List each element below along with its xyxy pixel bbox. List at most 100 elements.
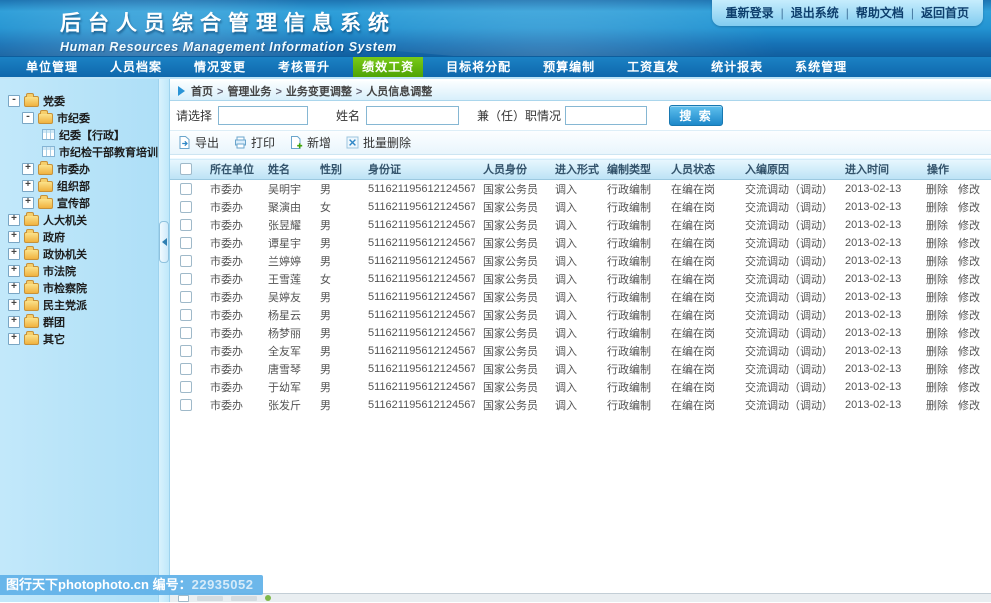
delete-link[interactable]: 删除 [926, 328, 948, 340]
search-button[interactable]: 搜 索 [669, 105, 723, 126]
edit-link[interactable]: 修改 [958, 238, 980, 250]
nav-item-1[interactable]: 人员档案 [101, 57, 171, 77]
tree-item-14[interactable]: +其它 [0, 330, 158, 347]
nav-item-6[interactable]: 预算编制 [534, 57, 604, 77]
breadcrumb-item-2[interactable]: 业务变更调整 [286, 86, 352, 98]
tree-item-2[interactable]: 纪委【行政】 [0, 126, 158, 143]
row-checkbox[interactable] [180, 345, 192, 357]
tree-toggle[interactable]: - [8, 95, 20, 107]
tree-item-5[interactable]: +组织部 [0, 177, 158, 194]
edit-link[interactable]: 修改 [958, 400, 980, 412]
quick-link-0[interactable]: 重新登录 [726, 6, 774, 20]
edit-link[interactable]: 修改 [958, 274, 980, 286]
delete-link[interactable]: 删除 [926, 382, 948, 394]
tree-toggle[interactable]: + [8, 265, 20, 277]
tree-item-0[interactable]: -党委 [0, 92, 158, 109]
cell-entry-mode: 调入 [547, 288, 599, 306]
row-checkbox[interactable] [180, 237, 192, 249]
nav-item-8[interactable]: 统计报表 [702, 57, 772, 77]
delete-link[interactable]: 删除 [926, 256, 948, 268]
delete-link[interactable]: 删除 [926, 310, 948, 322]
quick-link-1[interactable]: 退出系统 [791, 6, 839, 20]
tree-item-13[interactable]: +群团 [0, 313, 158, 330]
edit-link[interactable]: 修改 [958, 364, 980, 376]
delete-link[interactable]: 删除 [926, 202, 948, 214]
tree-toggle[interactable]: + [8, 214, 20, 226]
tree-toggle[interactable]: + [8, 299, 20, 311]
tree-item-6[interactable]: +宣传部 [0, 194, 158, 211]
delete-link[interactable]: 删除 [926, 292, 948, 304]
nav-item-4[interactable]: 绩效工资 [353, 57, 423, 77]
edit-link[interactable]: 修改 [958, 184, 980, 196]
batch-delete-button[interactable]: 批量删除 [346, 134, 411, 151]
content-body: -党委-市纪委纪委【行政】市纪检干部教育培训中心+市委办+组织部+宣传部+人大机… [0, 77, 991, 602]
row-checkbox[interactable] [180, 381, 192, 393]
tree-item-3[interactable]: 市纪检干部教育培训中心 [0, 143, 158, 160]
print-button[interactable]: 打印 [234, 134, 275, 151]
edit-link[interactable]: 修改 [958, 310, 980, 322]
filter-name-input[interactable] [366, 106, 459, 125]
nav-item-7[interactable]: 工资直发 [618, 57, 688, 77]
tree-item-1[interactable]: -市纪委 [0, 109, 158, 126]
row-checkbox[interactable] [180, 291, 192, 303]
tree-toggle[interactable]: + [8, 248, 20, 260]
tree-toggle[interactable]: + [22, 197, 34, 209]
sidebar-collapse-button[interactable] [159, 221, 169, 263]
edit-link[interactable]: 修改 [958, 382, 980, 394]
edit-link[interactable]: 修改 [958, 328, 980, 340]
row-checkbox[interactable] [180, 255, 192, 267]
delete-link[interactable]: 删除 [926, 220, 948, 232]
delete-link[interactable]: 删除 [926, 184, 948, 196]
tree-item-4[interactable]: +市委办 [0, 160, 158, 177]
tree-item-10[interactable]: +市法院 [0, 262, 158, 279]
export-button[interactable]: 导出 [178, 134, 219, 151]
tree-item-11[interactable]: +市检察院 [0, 279, 158, 296]
tree-item-9[interactable]: +政协机关 [0, 245, 158, 262]
row-checkbox[interactable] [180, 183, 192, 195]
filter-select-input[interactable] [218, 106, 308, 125]
tree-toggle[interactable]: + [8, 282, 20, 294]
delete-link[interactable]: 删除 [926, 274, 948, 286]
quick-link-3[interactable]: 返回首页 [921, 6, 969, 20]
select-all-checkbox[interactable] [180, 163, 192, 175]
tree-toggle[interactable]: + [22, 180, 34, 192]
tree-toggle[interactable]: + [8, 316, 20, 328]
nav-item-2[interactable]: 情况变更 [185, 57, 255, 77]
tree-item-7[interactable]: +人大机关 [0, 211, 158, 228]
tree-item-8[interactable]: +政府 [0, 228, 158, 245]
delete-link[interactable]: 删除 [926, 400, 948, 412]
tree-toggle[interactable]: + [8, 333, 20, 345]
row-checkbox[interactable] [180, 363, 192, 375]
edit-link[interactable]: 修改 [958, 292, 980, 304]
nav-item-9[interactable]: 系统管理 [786, 57, 856, 77]
tree-toggle[interactable]: - [22, 112, 34, 124]
quick-link-2[interactable]: 帮助文档 [856, 6, 904, 20]
tree-toggle[interactable]: + [22, 163, 34, 175]
tree-item-12[interactable]: +民主党派 [0, 296, 158, 313]
filter-job-input[interactable] [565, 106, 647, 125]
row-checkbox[interactable] [180, 273, 192, 285]
nav-item-3[interactable]: 考核晋升 [269, 57, 339, 77]
row-checkbox[interactable] [180, 309, 192, 321]
nav-item-0[interactable]: 单位管理 [17, 57, 87, 77]
row-checkbox[interactable] [180, 201, 192, 213]
edit-link[interactable]: 修改 [958, 220, 980, 232]
delete-link[interactable]: 删除 [926, 238, 948, 250]
cell-staffing-type: 行政编制 [599, 216, 663, 234]
delete-link[interactable]: 删除 [926, 346, 948, 358]
breadcrumb-item-3[interactable]: 人员信息调整 [366, 86, 432, 98]
column-header-6: 编制类型 [599, 159, 663, 180]
breadcrumb-item-1[interactable]: 管理业务 [227, 86, 271, 98]
breadcrumb-item-0[interactable]: 首页 [191, 86, 213, 98]
delete-link[interactable]: 删除 [926, 364, 948, 376]
edit-link[interactable]: 修改 [958, 346, 980, 358]
nav-item-5[interactable]: 目标将分配 [437, 57, 520, 77]
row-checkbox[interactable] [180, 399, 192, 411]
row-checkbox[interactable] [180, 219, 192, 231]
tree-toggle[interactable]: + [8, 231, 20, 243]
edit-link[interactable]: 修改 [958, 202, 980, 214]
add-button[interactable]: 新增 [290, 134, 331, 151]
edit-link[interactable]: 修改 [958, 256, 980, 268]
row-checkbox[interactable] [180, 327, 192, 339]
app-title: 后台人员综合管理信息系统 [60, 7, 397, 37]
